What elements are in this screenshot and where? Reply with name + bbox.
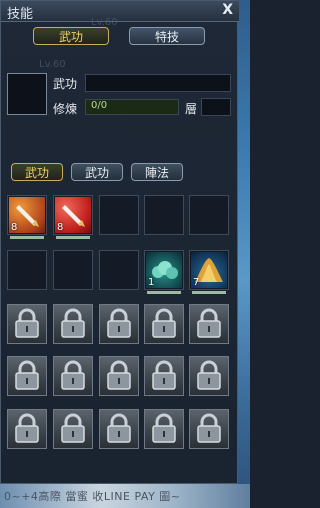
locked-slot	[144, 356, 184, 396]
skill-count: 1	[148, 277, 155, 288]
padlock-icon	[61, 360, 85, 390]
padlock-icon	[197, 413, 221, 443]
layer-value-field	[201, 98, 231, 116]
skill-slot-empty[interactable]	[144, 195, 184, 235]
padlock-icon	[197, 308, 221, 338]
padlock-icon	[61, 308, 85, 338]
locked-slot	[53, 304, 93, 344]
padlock-icon	[152, 360, 176, 390]
locked-slot	[7, 409, 47, 449]
skill-slot-empty[interactable]	[7, 250, 47, 290]
category-tab-martial-1[interactable]: 武功	[11, 163, 63, 181]
locked-slot	[99, 356, 139, 396]
padlock-icon	[152, 308, 176, 338]
locked-slot	[144, 409, 184, 449]
game-background-right	[238, 0, 250, 508]
padlock-icon	[152, 413, 176, 443]
window-titlebar[interactable]: 技能 X	[1, 1, 239, 22]
padlock-icon	[107, 308, 131, 338]
skill-slot-bar	[56, 236, 90, 239]
padlock-icon	[107, 413, 131, 443]
skill-portrait-slot	[7, 73, 47, 115]
skill-count: 7	[193, 277, 200, 288]
padlock-icon	[15, 360, 39, 390]
padlock-icon	[197, 360, 221, 390]
layer-label: 層	[185, 102, 198, 116]
skill-name-field	[85, 74, 231, 92]
locked-slot	[7, 304, 47, 344]
skill-slot-empty[interactable]	[99, 250, 139, 290]
skill-count: 8	[11, 222, 18, 233]
padlock-icon	[107, 360, 131, 390]
locked-slot	[189, 304, 229, 344]
skill-slot[interactable]: 8	[53, 195, 93, 239]
skill-slot-empty[interactable]	[99, 195, 139, 235]
tab-special-skills[interactable]: 特技	[129, 27, 205, 45]
padlock-icon	[61, 413, 85, 443]
skill-slot[interactable]: 8	[7, 195, 47, 239]
locked-slot	[189, 356, 229, 396]
training-progress-text: 0/0	[91, 100, 108, 111]
close-button[interactable]: X	[222, 2, 233, 18]
locked-slot	[144, 304, 184, 344]
locked-slot	[99, 409, 139, 449]
skill-slot[interactable]: 7	[189, 250, 229, 294]
skill-slot-empty[interactable]	[189, 195, 229, 235]
skills-window: 技能 X Lv.60 Lv.60 武功 特技 武功 修煉 0/0 層 武功 武功…	[0, 0, 239, 484]
padlock-icon	[15, 308, 39, 338]
locked-slot	[53, 356, 93, 396]
skill-slot-bar	[147, 291, 181, 294]
skill-slot[interactable]: 1	[144, 250, 184, 294]
skill-name-label: 武功	[53, 77, 78, 91]
skill-slot-bar	[192, 291, 226, 294]
padlock-icon	[15, 413, 39, 443]
tab-martial-arts[interactable]: 武功	[33, 27, 109, 45]
locked-slot	[7, 356, 47, 396]
ghost-level-text: Lv.60	[39, 59, 66, 70]
category-tab-formation[interactable]: 陣法	[131, 163, 183, 181]
skill-slot-bar	[10, 236, 44, 239]
train-label: 修煉	[53, 102, 78, 116]
skill-count: 8	[57, 222, 64, 233]
window-title: 技能	[7, 7, 34, 22]
locked-slot	[189, 409, 229, 449]
background-chat-text: 0~+4高際 當蜜 收LINE PAY 圖~	[4, 490, 181, 503]
locked-slot	[53, 409, 93, 449]
skill-slot-empty[interactable]	[53, 250, 93, 290]
locked-slot	[99, 304, 139, 344]
category-tab-martial-2[interactable]: 武功	[71, 163, 123, 181]
